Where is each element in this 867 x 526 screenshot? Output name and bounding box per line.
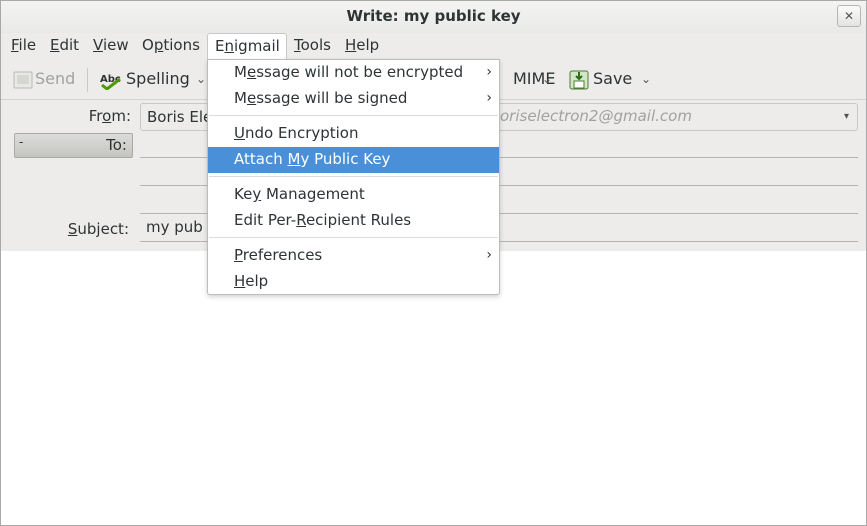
window-title: Write: my public key — [346, 7, 521, 25]
save-icon — [569, 70, 589, 90]
from-label: From: — [88, 107, 131, 125]
menuitem-undo-encryption[interactable]: Undo Encryption — [208, 121, 499, 147]
close-button[interactable]: ✕ — [837, 5, 861, 27]
menuitem-preferences[interactable]: Preferences › — [208, 243, 499, 269]
menuitem-message-signed[interactable]: Message will be signed › — [208, 86, 499, 112]
menuitem-key-management[interactable]: Key Management — [208, 182, 499, 208]
menu-file[interactable]: File — [7, 33, 40, 60]
send-button[interactable]: Send — [13, 66, 77, 94]
address-type-toggle-icon: - — [19, 135, 24, 149]
smime-button[interactable]: MIME ⌄ — [513, 66, 557, 94]
menu-separator — [209, 176, 498, 177]
from-email: oriselectron2@gmail.com — [500, 107, 692, 125]
save-button[interactable]: Save ⌄ — [569, 66, 655, 94]
dropdown-arrow-icon: ▾ — [843, 111, 849, 122]
submenu-arrow-icon: › — [486, 247, 492, 263]
spellcheck-icon: Abc — [100, 74, 121, 90]
address-type-select[interactable]: - To: — [14, 133, 133, 158]
enigmail-menu: Message will not be encrypted › Message w… — [207, 59, 500, 295]
menu-bar: File Edit View Options Enigmail Tools He… — [1, 33, 866, 60]
subject-label: Subject: — [67, 220, 129, 238]
smime-dropdown-icon[interactable]: ⌄ — [542, 66, 552, 92]
menu-edit[interactable]: Edit — [46, 33, 83, 60]
menu-tools[interactable]: Tools — [290, 33, 335, 60]
submenu-arrow-icon: › — [486, 64, 492, 80]
menu-enigmail[interactable]: Enigmail — [207, 33, 287, 60]
from-value: Boris Ele — [147, 108, 213, 126]
menuitem-message-not-encrypted[interactable]: Message will not be encrypted › — [208, 60, 499, 86]
close-icon: ✕ — [843, 9, 855, 23]
toolbar-separator — [87, 68, 88, 92]
subject-value: my pub — [146, 218, 203, 236]
menuitem-help[interactable]: Help — [208, 269, 499, 295]
menu-separator — [209, 237, 498, 238]
compose-window: Write: my public key ✕ File Edit View Op… — [0, 0, 867, 526]
to-label: To: — [106, 136, 127, 154]
send-icon — [13, 71, 33, 89]
spelling-dropdown-icon[interactable]: ⌄ — [196, 66, 206, 92]
save-dropdown-icon[interactable]: ⌄ — [641, 66, 651, 92]
menu-help[interactable]: Help — [341, 33, 383, 60]
menu-options[interactable]: Options — [138, 33, 204, 60]
menuitem-per-recipient-rules[interactable]: Edit Per-Recipient Rules — [208, 208, 499, 234]
title-bar: Write: my public key ✕ — [1, 1, 866, 33]
menuitem-attach-public-key[interactable]: Attach My Public Key — [208, 147, 499, 173]
menu-separator — [209, 115, 498, 116]
spelling-button[interactable]: Abc Spelling ⌄ — [100, 66, 212, 94]
submenu-arrow-icon: › — [486, 90, 492, 106]
menu-view[interactable]: View — [89, 33, 133, 60]
